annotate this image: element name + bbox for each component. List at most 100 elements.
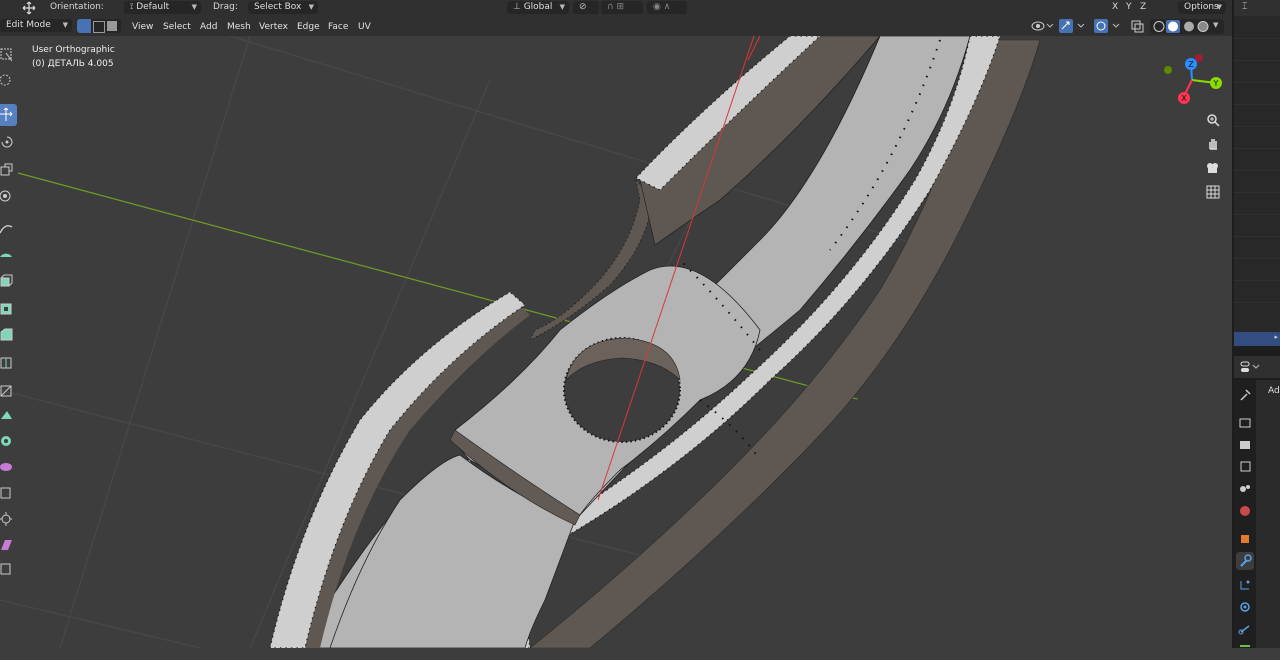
modifier-tab[interactable] — [1236, 552, 1254, 570]
outliner-panel[interactable]: ▸ — [1234, 16, 1280, 346]
camera-icon — [1207, 163, 1218, 173]
output-tab[interactable] — [1236, 436, 1254, 454]
select-box-tool[interactable] — [0, 44, 17, 66]
transform-orientation-dropdown[interactable]: ⊥ Global ▼ — [507, 1, 569, 14]
axis-toggle-x[interactable]: X — [1112, 2, 1118, 12]
zoom-icon — [1207, 114, 1220, 127]
grid-icon — [1206, 185, 1220, 199]
annotate-icon — [0, 225, 13, 234]
menu-vertex[interactable]: Vertex — [259, 19, 288, 35]
chevron-down-icon[interactable]: ▼ — [1213, 21, 1218, 29]
chevron-down-icon: ▼ — [191, 3, 197, 11]
properties-header — [1234, 356, 1280, 378]
snap-dropdown[interactable]: ∩ ⊞ — [601, 1, 643, 14]
extrude-tool[interactable] — [0, 270, 17, 292]
move-tool[interactable] — [0, 104, 17, 126]
loop-cut-tool[interactable] — [0, 352, 17, 374]
options-dropdown[interactable]: Options ▼ — [1178, 1, 1226, 14]
rotate-tool[interactable] — [0, 132, 17, 154]
gizmo-neg-y — [1164, 66, 1172, 74]
editor-type-icon[interactable] — [1240, 361, 1262, 373]
solid-shading-icon[interactable] — [1166, 20, 1180, 33]
world-tab[interactable] — [1236, 502, 1254, 520]
scale-tool[interactable] — [0, 160, 17, 182]
constraints-tab[interactable] — [1236, 620, 1254, 638]
menu-mesh[interactable]: Mesh — [227, 19, 251, 35]
render-tab[interactable] — [1236, 414, 1254, 432]
proportional-edit-dropdown[interactable]: ◉ ∧ — [647, 1, 687, 14]
bevel-icon — [0, 328, 13, 341]
material-shading-icon[interactable] — [1182, 20, 1196, 33]
bevel-tool[interactable] — [0, 324, 17, 346]
vertex-select-mode-icon[interactable] — [77, 19, 91, 33]
zoom-button[interactable] — [1202, 109, 1224, 131]
orientation-dropdown[interactable]: ⟟ Default ▼ — [124, 1, 201, 14]
expand-arrow-icon[interactable]: ▸ — [1274, 333, 1278, 341]
spin-tool[interactable] — [0, 430, 17, 452]
edge-slide-icon — [0, 487, 11, 499]
axis-toggle-z[interactable]: Z — [1140, 2, 1146, 12]
view-layer-icon — [1240, 461, 1251, 472]
pan-button[interactable] — [1202, 132, 1224, 154]
view-layer-tab[interactable] — [1236, 458, 1254, 476]
rip-tool[interactable] — [0, 558, 17, 580]
menu-edge[interactable]: Edge — [297, 19, 320, 35]
data-tab[interactable] — [1236, 642, 1254, 660]
particles-tab[interactable] — [1236, 576, 1254, 594]
mode-dropdown[interactable]: Edit Mode ▼ — [0, 19, 72, 32]
viewport-canvas[interactable] — [0, 36, 1232, 648]
properties-partial-label: Ad — [1268, 386, 1280, 396]
transform-tool-icon[interactable] — [20, 1, 38, 15]
chevron-down-icon: ▼ — [559, 3, 565, 11]
rendered-shading-icon[interactable] — [1196, 20, 1210, 33]
poly-build-tool[interactable] — [0, 406, 17, 428]
cursor-tool[interactable] — [0, 70, 17, 92]
scene-tab[interactable] — [1236, 480, 1254, 498]
menu-uv[interactable]: UV — [358, 19, 371, 35]
view-name: User Orthographic — [32, 45, 115, 55]
measure-tool[interactable] — [0, 242, 17, 264]
perspective-toggle-button[interactable] — [1202, 181, 1224, 203]
outliner-selected-row[interactable]: ▸ — [1234, 332, 1280, 346]
scene-icon — [1240, 485, 1250, 492]
transform-tool[interactable] — [0, 186, 17, 208]
axis-toggle-y[interactable]: Y — [1126, 2, 1132, 12]
drag-dropdown[interactable]: Select Box ▼ — [248, 1, 318, 14]
shear-icon — [1, 540, 12, 550]
xray-toggle-icon[interactable] — [1130, 19, 1146, 33]
properties-tabs — [1234, 380, 1256, 648]
pivot-point-dropdown[interactable]: ⊘ — [573, 1, 599, 14]
wireframe-shading-icon[interactable] — [1152, 20, 1166, 33]
smooth-tool[interactable] — [0, 456, 17, 478]
menu-add[interactable]: Add — [200, 19, 217, 35]
chevron-down-icon: ▼ — [62, 21, 68, 29]
edge-select-mode-icon[interactable] — [93, 21, 105, 33]
menu-select[interactable]: Select — [163, 19, 191, 35]
menu-view[interactable]: View — [132, 19, 153, 35]
inset-tool[interactable] — [0, 298, 17, 320]
physics-icon — [1240, 602, 1250, 612]
physics-tab[interactable] — [1236, 598, 1254, 616]
navigation-gizmo[interactable]: Z Y X — [1160, 54, 1230, 110]
mirror-icon[interactable]: ⌶ — [1242, 2, 1247, 12]
object-visibility-icon[interactable] — [1030, 19, 1054, 33]
knife-tool[interactable] — [0, 380, 17, 402]
object-tab[interactable] — [1236, 530, 1254, 548]
inset-icon — [0, 303, 12, 315]
3d-viewport[interactable]: User Orthographic (0) ДЕТАЛЬ 4.005 Z Y X — [0, 36, 1232, 648]
face-select-mode-icon[interactable] — [107, 21, 117, 31]
move-icon — [0, 107, 13, 121]
edge-slide-tool[interactable] — [0, 482, 17, 504]
camera-view-button[interactable] — [1202, 157, 1224, 179]
menu-face[interactable]: Face — [328, 19, 348, 35]
drag-label: Drag: — [213, 2, 238, 12]
annotate-tool[interactable] — [0, 218, 17, 240]
shear-tool[interactable] — [0, 534, 17, 556]
gizmo-toggle-icon[interactable] — [1058, 19, 1088, 33]
proportional-edit-icon: ◉ ∧ — [653, 2, 671, 12]
shrink-icon — [0, 512, 12, 526]
overlays-toggle-icon[interactable] — [1093, 19, 1123, 33]
spin-icon — [1, 436, 11, 446]
shrink-tool[interactable] — [0, 508, 17, 530]
tool-tab[interactable] — [1236, 386, 1254, 404]
